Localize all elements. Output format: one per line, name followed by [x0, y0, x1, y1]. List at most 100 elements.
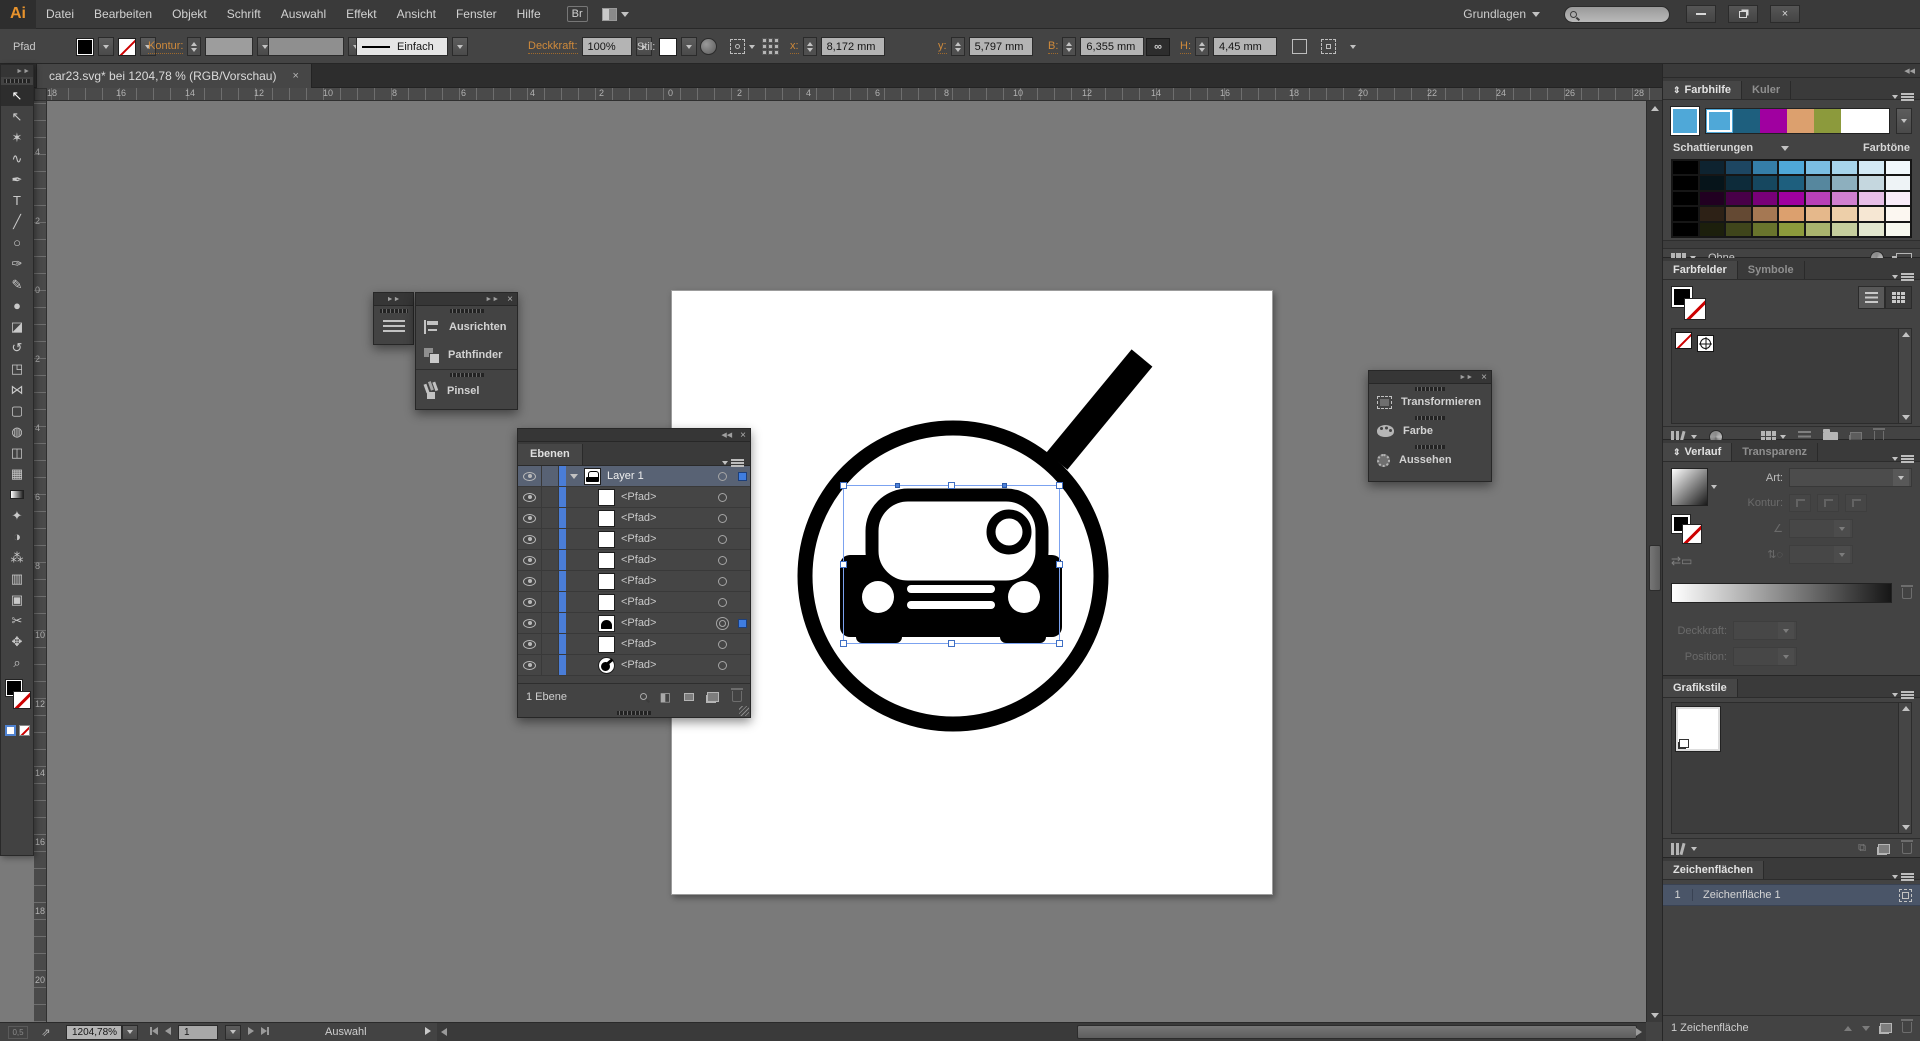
move-artboard-down-icon[interactable]: [1862, 1022, 1870, 1034]
tab-ebenen[interactable]: Ebenen: [518, 444, 583, 465]
harmony-rules-dropdown[interactable]: [1896, 108, 1912, 134]
layer-thumbnail[interactable]: [584, 468, 601, 485]
panel-drag-handle[interactable]: [450, 373, 484, 377]
direct-selection-tool[interactable]: ↖: [1, 106, 33, 127]
variation-color-swatch[interactable]: [1725, 206, 1752, 221]
horizontal-scrollbar[interactable]: [437, 1022, 1646, 1041]
variation-color-swatch[interactable]: [1725, 191, 1752, 206]
variation-color-swatch[interactable]: [1831, 222, 1858, 237]
color-guide-menu-icon[interactable]: [1892, 95, 1920, 99]
height-field[interactable]: 4,45 mm: [1213, 37, 1277, 56]
gradient-opacity-select[interactable]: [1733, 621, 1797, 640]
delete-graphic-style-icon[interactable]: [1902, 843, 1912, 854]
layer-row-main[interactable]: Layer 1: [566, 468, 710, 485]
y-position-field[interactable]: 5,797 mm: [969, 37, 1033, 56]
variation-color-swatch[interactable]: [1725, 160, 1752, 175]
gradient-fill-stroke-proxy[interactable]: [1671, 514, 1711, 548]
clipping-mask-icon[interactable]: ◧: [660, 690, 671, 704]
shear-options-icon[interactable]: [1321, 39, 1336, 54]
gradient-slider[interactable]: [1671, 583, 1892, 603]
layer-thumbnail[interactable]: [598, 636, 615, 653]
graphic-style-swatch[interactable]: [659, 38, 677, 56]
variation-color-swatch[interactable]: [1699, 206, 1726, 221]
variation-color-swatch[interactable]: [1831, 206, 1858, 221]
layer-row[interactable]: <Pfad>: [518, 571, 750, 592]
layer-label[interactable]: <Pfad>: [621, 554, 656, 566]
target-circle[interactable]: [710, 535, 734, 544]
anchor-point[interactable]: [895, 483, 900, 488]
mesh-tool[interactable]: ▦: [1, 463, 33, 484]
menu-item-ansicht[interactable]: Ansicht: [387, 0, 446, 29]
registration-swatch[interactable]: [1697, 335, 1714, 352]
layer-label[interactable]: <Pfad>: [621, 491, 656, 503]
scroll-right-arrow[interactable]: [1632, 1025, 1646, 1039]
artboard-number-field[interactable]: 1: [178, 1025, 218, 1040]
stroke-weight-field[interactable]: [205, 37, 253, 56]
layer-thumbnail[interactable]: [598, 531, 615, 548]
search-input[interactable]: [1564, 6, 1670, 23]
paintbrush-tool[interactable]: ✑: [1, 253, 33, 274]
none-swatch[interactable]: [1675, 332, 1692, 349]
style-libraries-icon[interactable]: [1671, 843, 1687, 855]
color-panel-button[interactable]: Farbe: [1369, 420, 1491, 442]
panel-close-icon[interactable]: ×: [507, 294, 513, 305]
first-artboard-button[interactable]: [150, 1026, 158, 1038]
scroll-down-arrow[interactable]: [1647, 1008, 1663, 1022]
layers-panel-menu-icon[interactable]: [722, 461, 750, 465]
layer-row-main[interactable]: <Pfad>: [566, 594, 710, 611]
layer-row[interactable]: <Pfad>: [518, 655, 750, 676]
layer-row[interactable]: <Pfad>: [518, 529, 750, 550]
graphic-styles-list[interactable]: [1671, 702, 1912, 834]
document-close-icon[interactable]: ×: [292, 70, 298, 82]
swatch-list[interactable]: [1671, 328, 1912, 424]
artboard-tool[interactable]: ▣: [1, 589, 33, 610]
layers-close-icon[interactable]: ×: [740, 430, 746, 441]
variations-dropdown-icon[interactable]: [1781, 146, 1789, 151]
pencil-tool[interactable]: ✎: [1, 274, 33, 295]
swatches-menu-icon[interactable]: [1892, 275, 1920, 279]
variation-color-swatch[interactable]: [1752, 191, 1779, 206]
new-artboard-icon[interactable]: [1880, 1023, 1892, 1033]
selection-handle-nw[interactable]: [840, 482, 847, 489]
harmony-color-swatch[interactable]: [1706, 109, 1733, 133]
layer-row[interactable]: <Pfad>: [518, 550, 750, 571]
layer-row[interactable]: Layer 1: [518, 466, 750, 487]
blend-tool[interactable]: ◑: [1, 526, 33, 547]
slice-tool[interactable]: ✂: [1, 610, 33, 631]
variation-color-swatch[interactable]: [1699, 160, 1726, 175]
graphic-style-dropdown[interactable]: [681, 37, 697, 56]
variations-label[interactable]: Schattierungen: [1673, 142, 1753, 154]
layer-thumbnail[interactable]: [598, 594, 615, 611]
brushes-panel-button[interactable]: Pinsel: [416, 377, 517, 405]
rotate-tool[interactable]: ↺: [1, 337, 33, 358]
fill-stroke-proxy[interactable]: [1671, 286, 1715, 322]
break-link-style-icon[interactable]: ⧉: [1858, 842, 1866, 855]
zoom-tool[interactable]: ⌕: [1, 652, 33, 673]
tab-kuler[interactable]: Kuler: [1742, 81, 1791, 99]
harmony-color-swatch[interactable]: [1760, 109, 1787, 133]
base-color-swatch[interactable]: [1671, 107, 1699, 135]
lock-toggle[interactable]: [542, 550, 559, 570]
variation-color-swatch[interactable]: [1778, 191, 1805, 206]
layers-resize-handle[interactable]: [617, 711, 651, 715]
last-artboard-button[interactable]: [261, 1026, 269, 1038]
pathfinder-panel-button[interactable]: Pathfinder: [416, 341, 517, 369]
variation-color-swatch[interactable]: [1672, 191, 1699, 206]
color-variations-grid[interactable]: [1671, 159, 1912, 238]
target-circle[interactable]: [710, 514, 734, 523]
harmony-color-swatch[interactable]: [1787, 109, 1814, 133]
variation-color-swatch[interactable]: [1752, 222, 1779, 237]
variation-color-swatch[interactable]: [1725, 175, 1752, 190]
variation-color-swatch[interactable]: [1778, 222, 1805, 237]
variation-color-swatch[interactable]: [1831, 191, 1858, 206]
layer-row-main[interactable]: <Pfad>: [566, 552, 710, 569]
variable-width-profile-field[interactable]: [268, 37, 344, 56]
opacity-field[interactable]: 100%: [582, 37, 632, 56]
width-field[interactable]: 6,355 mm: [1080, 37, 1144, 56]
panel-drag-handle[interactable]: [1415, 387, 1445, 391]
previous-artboard-button[interactable]: [165, 1026, 171, 1038]
document-tab[interactable]: car23.svg* bei 1204,78 % (RGB/Vorschau) …: [36, 64, 312, 88]
close-button[interactable]: ×: [1770, 5, 1800, 23]
visibility-toggle[interactable]: [518, 571, 542, 591]
layer-row-main[interactable]: <Pfad>: [566, 489, 710, 506]
